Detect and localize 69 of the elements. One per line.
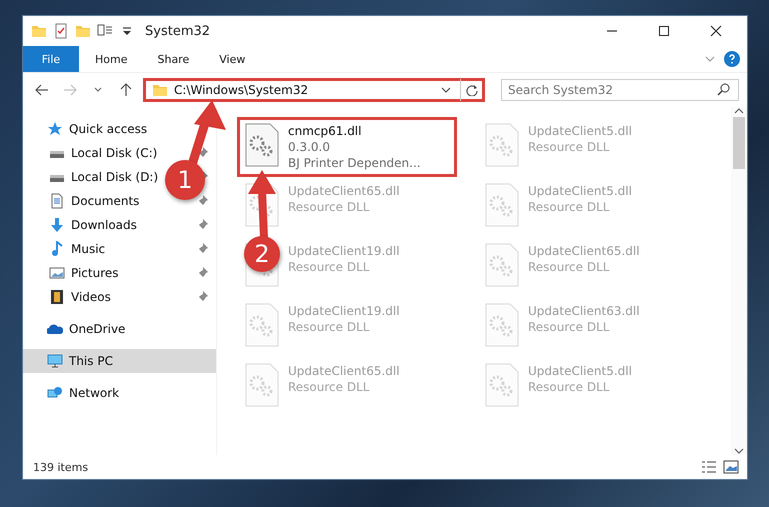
music-note-icon <box>49 241 65 257</box>
file-description: Resource DLL <box>288 199 370 215</box>
window-title: System32 <box>145 24 210 38</box>
dll-file-icon <box>244 303 280 347</box>
address-bar[interactable]: C:\Windows\System32 <box>143 78 485 102</box>
file-description: Resource DLL <box>288 319 370 335</box>
selected-file-highlight[interactable]: cnmcp61.dll 0.3.0.0 BJ Printer Dependen... <box>237 117 457 177</box>
sidebar-item[interactable]: Music <box>71 242 106 256</box>
dll-file-icon <box>484 303 520 347</box>
dll-file-icon <box>484 243 520 287</box>
checklist-icon <box>53 23 69 39</box>
dll-file-icon <box>484 123 520 167</box>
help-icon <box>724 51 740 67</box>
large-icons-view-icon <box>723 459 739 475</box>
sidebar-item[interactable]: Quick access <box>69 122 148 136</box>
scrollbar-thumb[interactable] <box>733 117 745 169</box>
refresh-icon <box>466 84 478 96</box>
file-description: BJ Printer Dependen... <box>288 155 421 171</box>
document-icon <box>49 193 65 209</box>
new-folder-icon <box>75 23 91 39</box>
help-button[interactable] <box>721 48 743 70</box>
file-description: Resource DLL <box>528 259 610 275</box>
details-view-icon <box>701 459 717 475</box>
scroll-down-icon <box>734 447 744 455</box>
arrow-annotation <box>248 168 278 240</box>
file-description: Resource DLL <box>528 379 610 395</box>
file-description: Resource DLL <box>288 259 370 275</box>
sidebar-item[interactable]: Pictures <box>71 266 119 280</box>
dll-file-icon <box>244 123 280 167</box>
back-arrow-icon <box>35 84 49 96</box>
ribbon-tab[interactable]: View <box>203 46 260 72</box>
file-tab[interactable]: File <box>23 46 79 72</box>
sidebar-item[interactable]: Network <box>69 386 120 400</box>
search-icon <box>716 82 732 98</box>
folder-icon <box>31 23 47 39</box>
dll-file-icon <box>484 183 520 227</box>
file-description: Resource DLL <box>528 319 610 335</box>
forward-arrow-icon <box>63 84 77 96</box>
dll-file-icon <box>244 363 280 407</box>
file-description: Resource DLL <box>528 199 610 215</box>
address-path: C:\Windows\System32 <box>174 83 310 97</box>
close-icon <box>710 25 722 37</box>
picture-icon <box>49 265 65 281</box>
scroll-up-icon <box>734 107 744 115</box>
search-box[interactable]: Search System32 <box>501 79 739 101</box>
file-description: Resource DLL <box>528 139 610 155</box>
sidebar-item[interactable]: This PC <box>69 354 113 368</box>
file-description: Resource DLL <box>288 379 370 395</box>
sidebar-item[interactable]: Documents <box>71 194 140 208</box>
sidebar-item[interactable]: Local Disk (C:) <box>71 146 158 160</box>
ribbon-tab[interactable]: Share <box>141 46 204 72</box>
monitor-icon <box>47 353 63 369</box>
file-version: 0.3.0.0 <box>288 139 331 155</box>
star-icon <box>47 121 63 137</box>
ribbon-tab[interactable]: Home <box>79 46 142 72</box>
film-icon <box>49 289 65 305</box>
download-icon <box>49 217 65 233</box>
sidebar-item[interactable]: OneDrive <box>69 322 126 336</box>
chevron-down-icon <box>94 87 102 93</box>
dll-file-icon <box>484 363 520 407</box>
scrollbar[interactable] <box>731 107 747 455</box>
sidebar-item[interactable]: Downloads <box>71 218 137 232</box>
item-count: 139 items <box>33 460 88 474</box>
folder-icon <box>152 82 168 98</box>
file-name[interactable]: cnmcp61.dll <box>288 123 421 139</box>
maximize-icon <box>658 25 670 37</box>
sidebar-item[interactable]: Local Disk (D:) <box>71 170 158 184</box>
sidebar-item[interactable]: Videos <box>71 290 111 304</box>
up-arrow-icon <box>120 83 132 97</box>
